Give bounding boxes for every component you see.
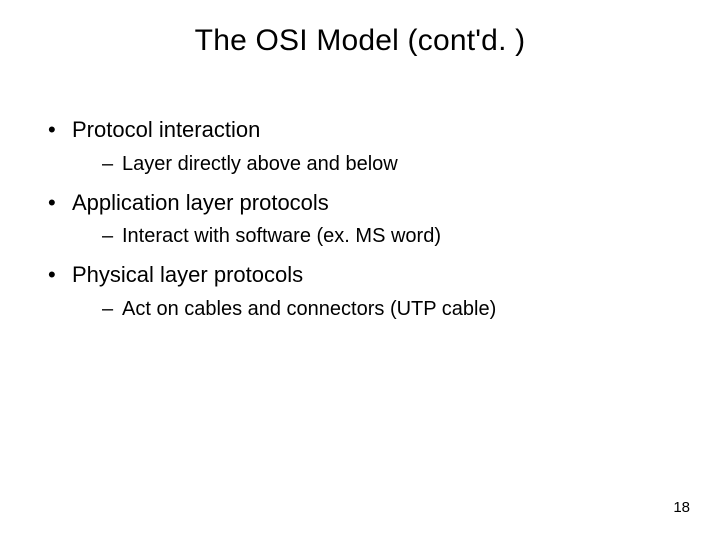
sub-bullet-text: Act on cables and connectors (UTP cable): [122, 298, 496, 320]
sub-bullet-item: Interact with software (ex. MS word): [102, 223, 672, 250]
bullet-text: Physical layer protocols: [72, 262, 303, 287]
page-number: 18: [673, 499, 690, 516]
bullet-item: Application layer protocols Interact wit…: [48, 188, 672, 251]
slide: The OSI Model (cont'd. ) Protocol intera…: [0, 0, 720, 540]
slide-body: Protocol interaction Layer directly abov…: [48, 115, 672, 333]
sub-bullet-text: Interact with software (ex. MS word): [122, 225, 441, 247]
bullet-item: Protocol interaction Layer directly abov…: [48, 115, 672, 178]
slide-title: The OSI Model (cont'd. ): [0, 24, 720, 58]
bullet-text: Application layer protocols: [72, 190, 329, 215]
sub-bullet-list: Layer directly above and below: [72, 151, 672, 178]
sub-bullet-list: Act on cables and connectors (UTP cable): [72, 296, 672, 323]
bullet-text: Protocol interaction: [72, 117, 260, 142]
sub-bullet-list: Interact with software (ex. MS word): [72, 223, 672, 250]
bullet-item: Physical layer protocols Act on cables a…: [48, 260, 672, 323]
sub-bullet-item: Layer directly above and below: [102, 151, 672, 178]
sub-bullet-item: Act on cables and connectors (UTP cable): [102, 296, 672, 323]
sub-bullet-text: Layer directly above and below: [122, 153, 398, 175]
bullet-list: Protocol interaction Layer directly abov…: [48, 115, 672, 323]
